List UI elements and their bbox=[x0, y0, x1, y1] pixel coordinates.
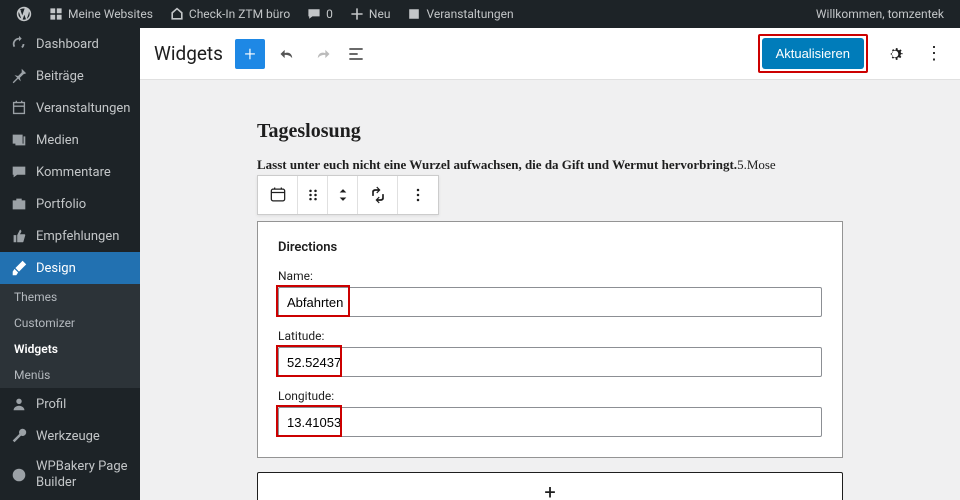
sidebar-item-dashboard[interactable]: Dashboard bbox=[0, 28, 140, 60]
my-sites-link[interactable]: Meine Websites bbox=[40, 6, 161, 22]
settings-button[interactable] bbox=[880, 39, 910, 69]
user-icon bbox=[10, 395, 28, 413]
sidebar-label: Profil bbox=[36, 397, 66, 412]
editor-toolbar: Widgets + Aktualisieren ⋮ bbox=[140, 28, 960, 80]
comments-count: 0 bbox=[326, 7, 333, 21]
name-label: Name: bbox=[278, 269, 822, 283]
sidebar-submenu-design: Themes Customizer Widgets Menüs bbox=[0, 284, 140, 388]
sidebar-sub-widgets[interactable]: Widgets bbox=[0, 336, 140, 362]
admin-bar: Meine Websites Check-In ZTM büro 0 Neu V… bbox=[0, 0, 960, 28]
sidebar-sub-menus[interactable]: Menüs bbox=[0, 362, 140, 388]
longitude-input[interactable] bbox=[278, 407, 822, 437]
sidebar-item-wpbakery[interactable]: WPBakery Page Builder bbox=[0, 452, 140, 497]
directions-block[interactable]: Directions Name: Latitude: bbox=[257, 221, 843, 458]
quote-bold: Lasst unter euch nicht eine Wurzel aufwa… bbox=[257, 157, 737, 172]
name-input[interactable] bbox=[278, 287, 822, 317]
sidebar-label: Veranstaltungen bbox=[36, 101, 130, 116]
drag-handle[interactable] bbox=[298, 176, 328, 214]
update-button[interactable]: Aktualisieren bbox=[762, 38, 864, 69]
media-icon bbox=[10, 131, 28, 149]
undo-button[interactable] bbox=[277, 43, 299, 65]
thumbs-up-icon bbox=[10, 227, 28, 245]
latitude-input[interactable] bbox=[278, 347, 822, 377]
block-title: Directions bbox=[278, 240, 822, 255]
add-block-button[interactable]: + bbox=[235, 39, 265, 69]
append-block-button[interactable]: + bbox=[257, 472, 843, 500]
sidebar-label: Beiträge bbox=[36, 69, 84, 84]
tageslosung-heading: Tageslosung bbox=[257, 120, 843, 143]
admin-sidebar: Dashboard Beiträge Veranstaltungen Medie… bbox=[0, 28, 140, 500]
dashboard-icon bbox=[10, 35, 28, 53]
sidebar-sub-customizer[interactable]: Customizer bbox=[0, 310, 140, 336]
sidebar-label: Dashboard bbox=[36, 37, 99, 52]
sidebar-item-design[interactable]: Design bbox=[0, 252, 140, 284]
events-label: Veranstaltungen bbox=[426, 7, 513, 21]
sidebar-item-portfolio[interactable]: Portfolio bbox=[0, 188, 140, 220]
sidebar-item-events[interactable]: Veranstaltungen bbox=[0, 92, 140, 124]
sidebar-label: Werkzeuge bbox=[36, 429, 100, 444]
longitude-label: Longitude: bbox=[278, 389, 822, 403]
sidebar-label: WPBakery Page Builder bbox=[36, 459, 130, 490]
sidebar-sub-themes[interactable]: Themes bbox=[0, 284, 140, 310]
sidebar-label: Portfolio bbox=[36, 197, 86, 212]
sidebar-item-posts[interactable]: Beiträge bbox=[0, 60, 140, 92]
block-type-button[interactable] bbox=[258, 176, 298, 214]
sidebar-item-profile[interactable]: Profil bbox=[0, 388, 140, 420]
tageslosung-widget: Tageslosung Lasst unter euch nicht eine … bbox=[257, 80, 843, 173]
sidebar-label: Medien bbox=[36, 133, 79, 148]
sidebar-item-comments[interactable]: Kommentare bbox=[0, 156, 140, 188]
calendar-icon bbox=[10, 99, 28, 117]
comment-icon bbox=[10, 163, 28, 181]
list-view-button[interactable] bbox=[345, 43, 367, 65]
editor-canvas[interactable]: Tageslosung Lasst unter euch nicht eine … bbox=[140, 80, 960, 500]
portfolio-icon bbox=[10, 195, 28, 213]
field-name: Name: bbox=[278, 269, 822, 317]
welcome-link[interactable]: Willkommen, tomzentek bbox=[808, 7, 952, 21]
sidebar-label: Design bbox=[36, 261, 76, 276]
page-title: Widgets bbox=[154, 42, 223, 65]
redo-button[interactable] bbox=[311, 43, 333, 65]
block-more-button[interactable] bbox=[398, 176, 438, 214]
sidebar-item-recommend[interactable]: Empfehlungen bbox=[0, 220, 140, 252]
field-longitude: Longitude: bbox=[278, 389, 822, 437]
site-label: Check-In ZTM büro bbox=[189, 7, 290, 21]
pin-icon bbox=[10, 67, 28, 85]
comments-link[interactable]: 0 bbox=[298, 6, 341, 22]
transform-button[interactable] bbox=[358, 176, 398, 214]
more-options-button[interactable]: ⋮ bbox=[922, 39, 946, 69]
events-link[interactable]: Veranstaltungen bbox=[398, 6, 521, 22]
new-link[interactable]: Neu bbox=[341, 6, 399, 22]
tageslosung-quote: Lasst unter euch nicht eine Wurzel aufwa… bbox=[257, 157, 843, 173]
block-toolbar bbox=[257, 175, 439, 215]
move-up-down-button[interactable] bbox=[328, 176, 358, 214]
field-latitude: Latitude: bbox=[278, 329, 822, 377]
wrench-icon bbox=[10, 427, 28, 445]
wpbakery-icon bbox=[10, 466, 28, 484]
my-sites-label: Meine Websites bbox=[68, 7, 153, 21]
site-link[interactable]: Check-In ZTM büro bbox=[161, 6, 298, 22]
new-label: Neu bbox=[369, 7, 391, 21]
sidebar-label: Kommentare bbox=[36, 165, 111, 180]
latitude-label: Latitude: bbox=[278, 329, 822, 343]
update-highlight: Aktualisieren bbox=[758, 34, 868, 73]
sidebar-item-media[interactable]: Medien bbox=[0, 124, 140, 156]
content-area: Widgets + Aktualisieren ⋮ Tageslosung La… bbox=[140, 28, 960, 500]
sidebar-item-tools[interactable]: Werkzeuge bbox=[0, 420, 140, 452]
quote-ref: 5.Mose bbox=[737, 157, 776, 172]
welcome-text: Willkommen, tomzentek bbox=[816, 7, 944, 21]
sidebar-label: Empfehlungen bbox=[36, 229, 119, 244]
brush-icon bbox=[10, 259, 28, 277]
wordpress-logo[interactable] bbox=[8, 6, 40, 22]
